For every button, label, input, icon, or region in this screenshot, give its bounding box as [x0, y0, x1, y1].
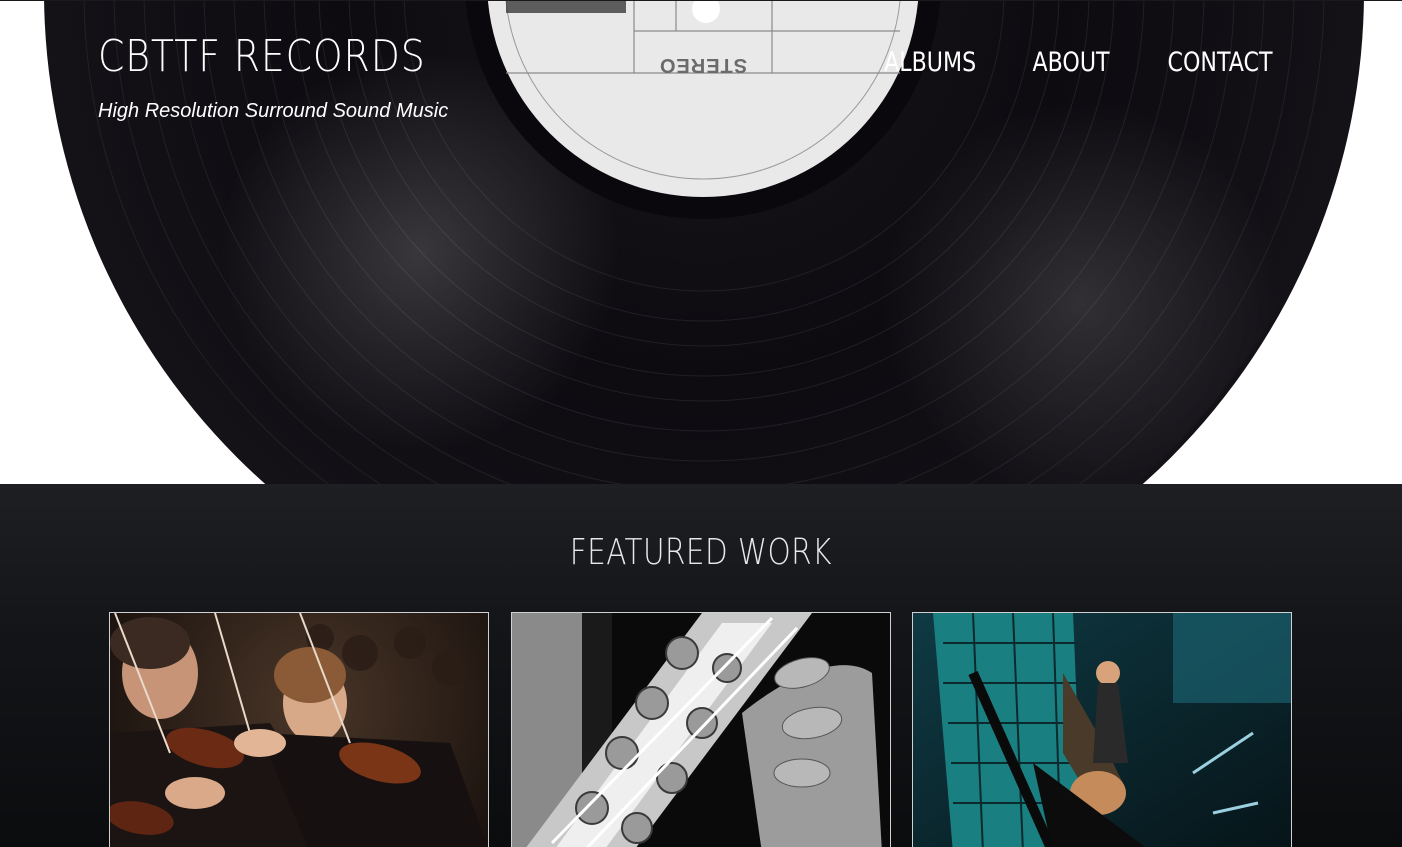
hero-banner: STEREO CBTTF RECORDS High Resolution Sur…	[0, 0, 1402, 484]
nav-contact-link[interactable]: CONTACT	[1167, 47, 1272, 78]
featured-card-guitarist[interactable]	[912, 612, 1292, 847]
violin-orchestra-image	[110, 613, 488, 847]
saxophone-image	[512, 613, 890, 847]
featured-work-heading: FEATURED WORK	[0, 532, 1402, 573]
record-label-text: STEREO	[659, 54, 747, 76]
brand: CBTTF RECORDS High Resolution Surround S…	[98, 31, 479, 123]
featured-work-section: FEATURED WORK	[0, 484, 1402, 847]
site-title[interactable]: CBTTF RECORDS	[98, 31, 426, 82]
featured-card-violin[interactable]	[109, 612, 489, 847]
main-nav: ALBUMS ABOUT CONTACT	[874, 47, 1284, 78]
nav-albums-link[interactable]: ALBUMS	[884, 47, 976, 78]
featured-work-heading-text: FEATURED WORK	[569, 532, 833, 573]
guitarist-image	[913, 613, 1291, 847]
nav-about-link[interactable]: ABOUT	[1032, 47, 1109, 78]
site-tagline: High Resolution Surround Sound Music	[98, 100, 449, 122]
page: STEREO CBTTF RECORDS High Resolution Sur…	[0, 0, 1402, 847]
featured-card-saxophone[interactable]	[511, 612, 891, 847]
